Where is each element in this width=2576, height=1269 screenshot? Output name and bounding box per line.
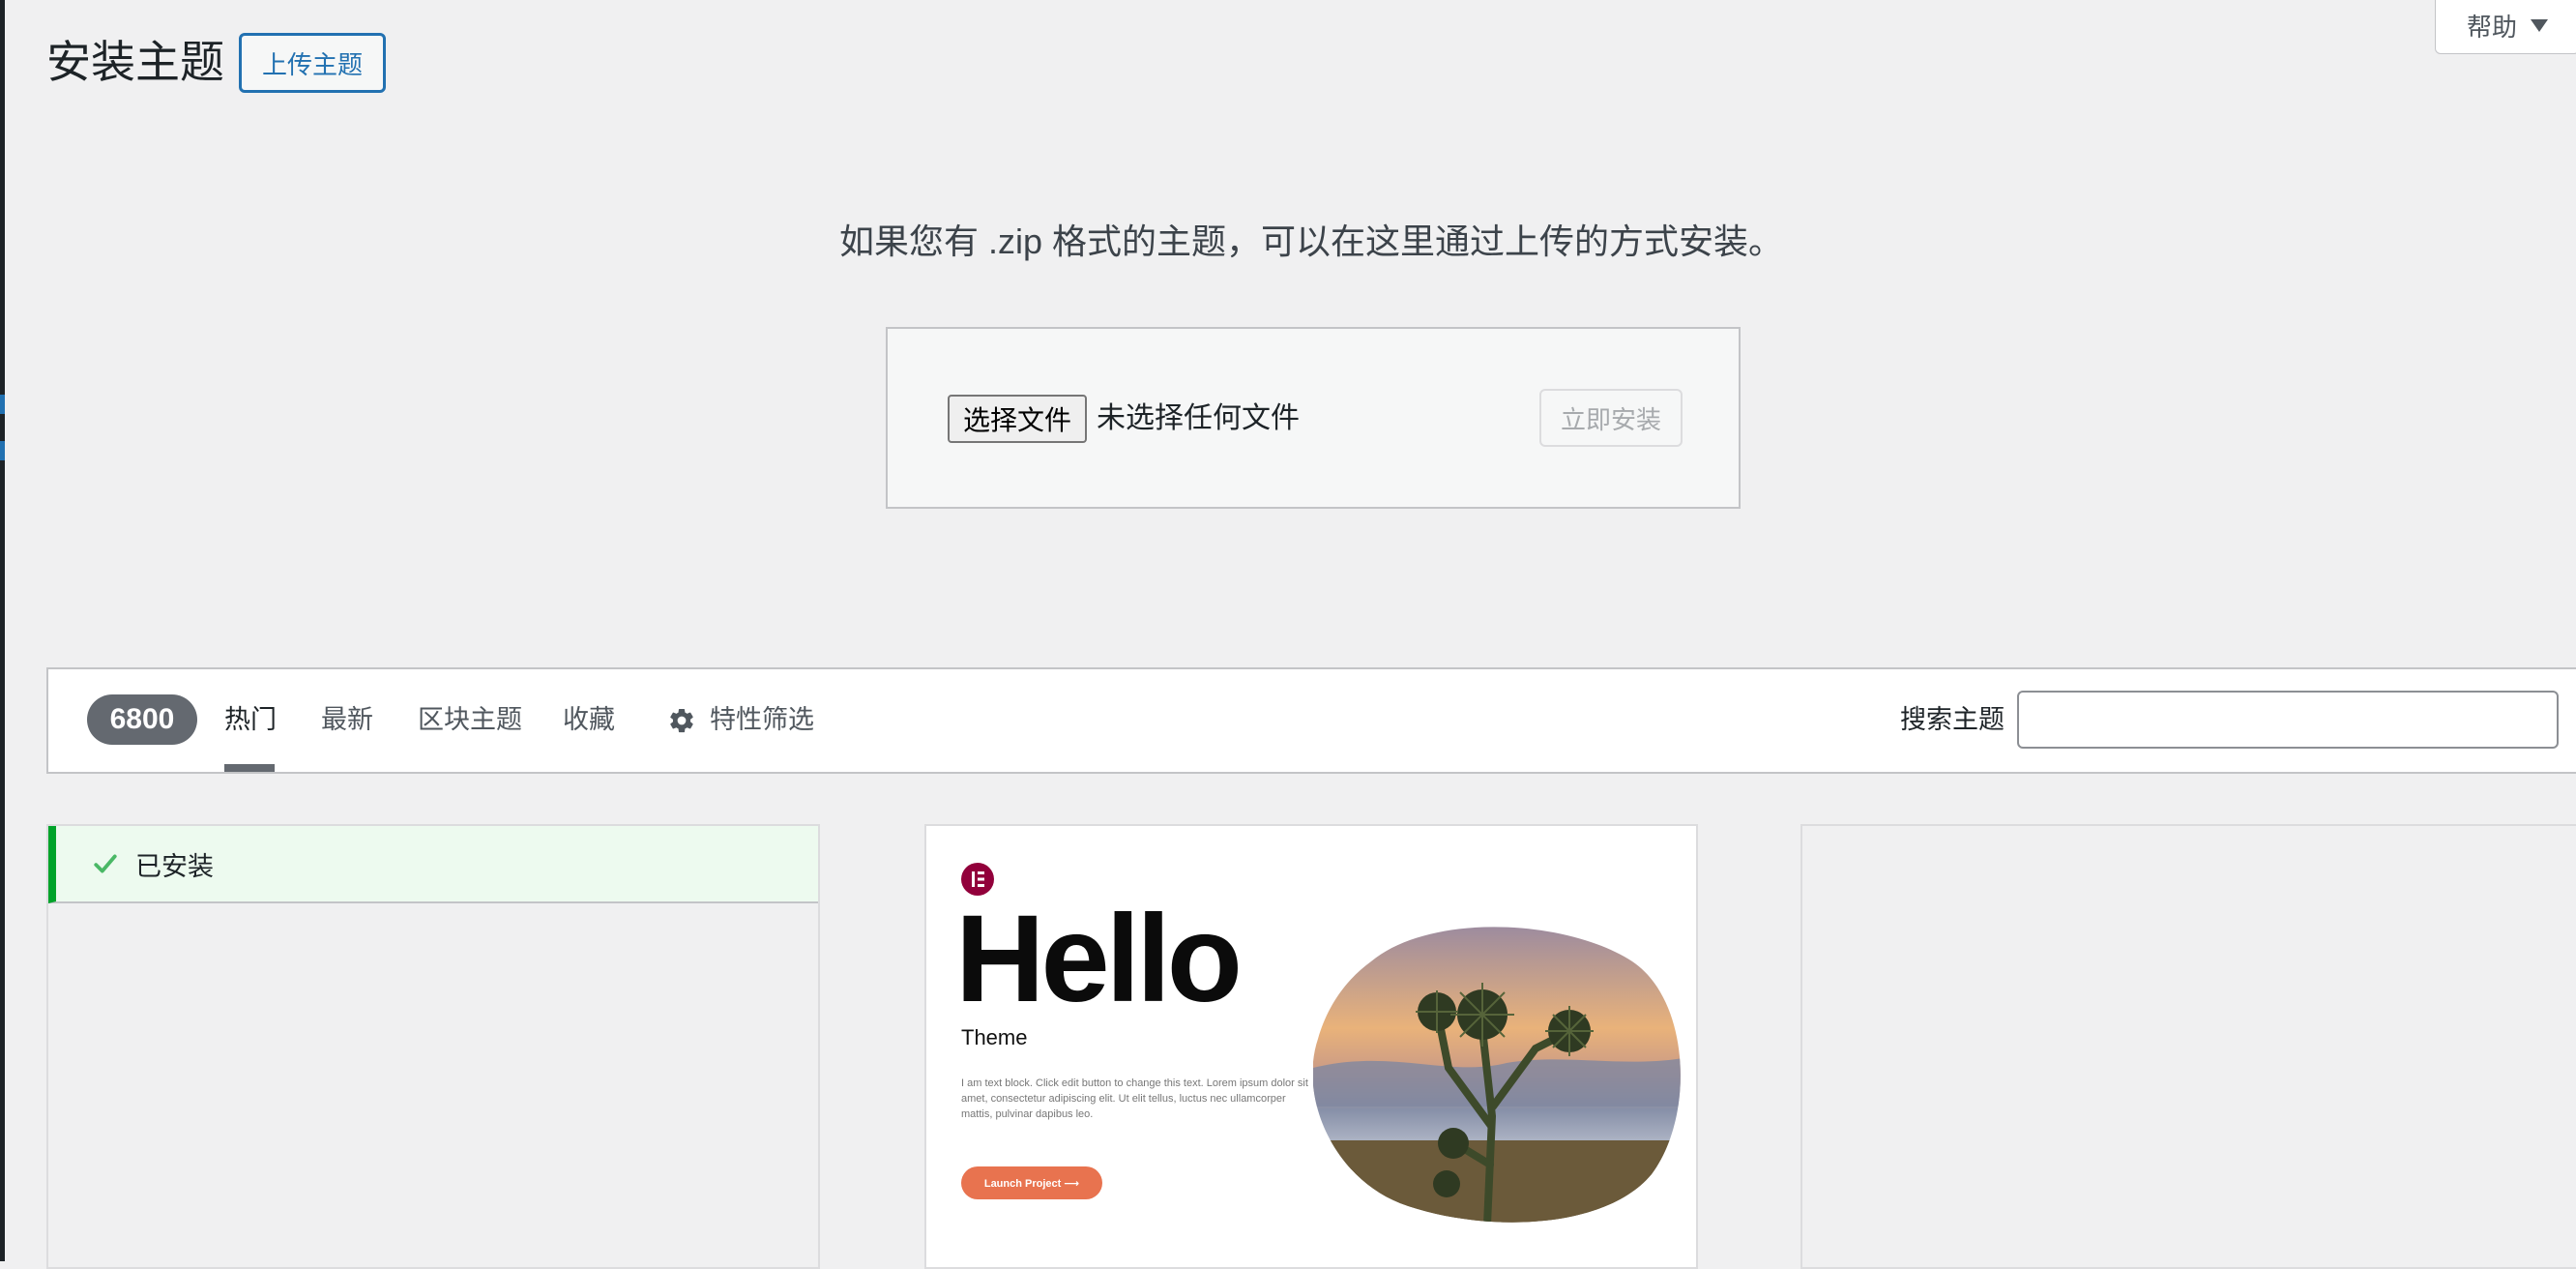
admin-sidebar-edge: [0, 0, 5, 1261]
upload-form: 选择文件 未选择任何文件 立即安装: [886, 327, 1741, 509]
check-icon: [94, 854, 117, 873]
install-now-button[interactable]: 立即安装: [1539, 389, 1683, 447]
theme-card-hello[interactable]: Hello Theme I am text block. Click edit …: [924, 824, 1698, 1269]
theme-count-badge: 6800: [87, 694, 197, 745]
hello-subtitle: Theme: [961, 1025, 1028, 1049]
theme-card-installed[interactable]: 已安装: [46, 824, 820, 1269]
cactus-photo: [1313, 927, 1681, 1223]
sidebar-marker: [0, 441, 5, 460]
upload-theme-button[interactable]: 上传主题: [239, 33, 386, 93]
upload-intro-text: 如果您有 .zip 格式的主题，可以在这里通过上传的方式安装。: [838, 221, 1784, 261]
page-title: 安装主题: [46, 37, 224, 87]
tab-latest[interactable]: 最新: [321, 696, 373, 743]
choose-file-button[interactable]: 选择文件: [948, 395, 1087, 443]
launch-project-button: Launch Project ⟶: [961, 1166, 1102, 1199]
search-label: 搜索主题: [1900, 705, 2005, 734]
file-status-text: 未选择任何文件: [1097, 402, 1300, 434]
installed-label: 已安装: [135, 851, 214, 881]
search-themes-input[interactable]: [2017, 691, 2559, 749]
gear-icon[interactable]: [667, 706, 696, 735]
tab-popular[interactable]: 热门: [224, 696, 277, 743]
help-label: 帮助: [2467, 13, 2518, 42]
installed-notice: 已安装: [48, 826, 818, 903]
hello-body-text: I am text block. Click edit button to ch…: [961, 1077, 1308, 1120]
feature-filter-button[interactable]: 特性筛选: [710, 696, 814, 743]
help-tab[interactable]: 帮助: [2435, 0, 2576, 54]
tab-favorites[interactable]: 收藏: [563, 696, 615, 743]
hello-title: Hello: [955, 890, 1243, 1028]
sidebar-marker: [0, 395, 5, 414]
theme-filter-bar: 6800 热门 最新 区块主题 收藏 特性筛选 搜索主题: [46, 667, 2576, 774]
tab-block-themes[interactable]: 区块主题: [418, 696, 522, 743]
theme-card-placeholder[interactable]: [1800, 824, 2576, 1269]
chevron-down-icon: [2531, 19, 2549, 32]
active-tab-indicator: [224, 764, 275, 772]
